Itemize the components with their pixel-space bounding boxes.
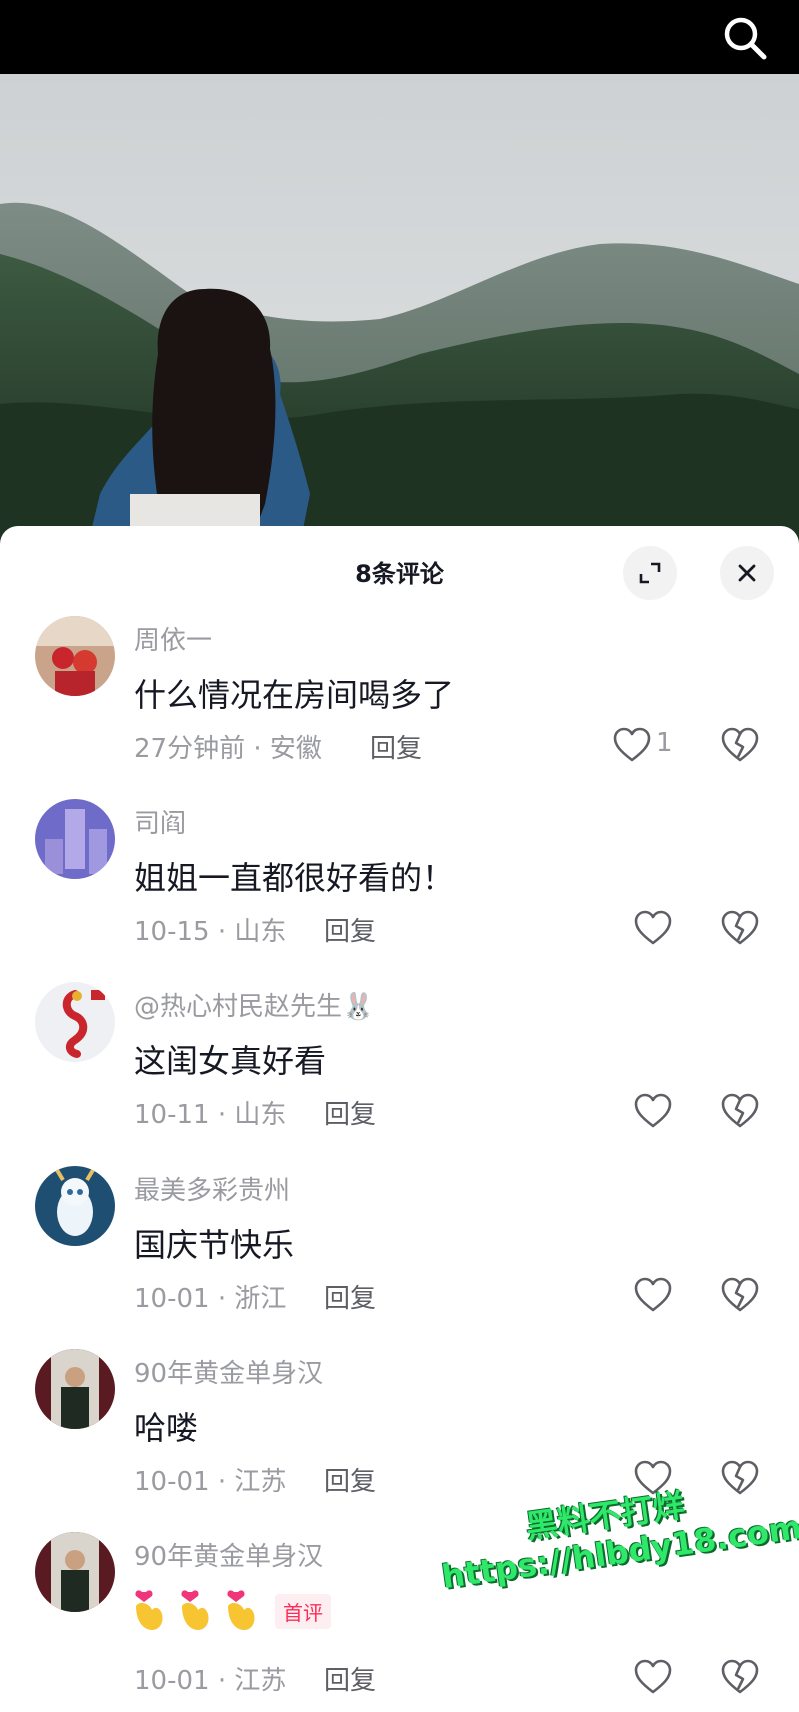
avatar[interactable] xyxy=(35,1349,115,1429)
like-count: 1 xyxy=(656,728,673,758)
emoji-row xyxy=(134,1584,264,1634)
reply-button[interactable]: 回复 xyxy=(324,1461,376,1498)
heart-hands-emoji xyxy=(135,1590,255,1630)
expand-button[interactable] xyxy=(623,546,677,600)
comment-text: 姐姐一直都很好看的！ xyxy=(134,859,455,897)
comment-username[interactable]: 90年黄金单身汉 xyxy=(134,1353,323,1390)
comment-meta: 10-01 · 江苏 xyxy=(134,1467,287,1497)
broken-heart-icon[interactable] xyxy=(720,1276,760,1314)
heart-icon[interactable] xyxy=(633,909,673,947)
close-button[interactable] xyxy=(720,546,774,600)
avatar[interactable] xyxy=(35,1532,115,1612)
close-icon xyxy=(738,564,756,582)
comment-username[interactable]: 周依一 xyxy=(134,620,212,657)
comment-item: 司阎 姐姐一直都很好看的！ 10-15 · 山东 回复 xyxy=(0,799,799,979)
reply-button[interactable]: 回复 xyxy=(370,728,422,765)
broken-heart-icon[interactable] xyxy=(720,1092,760,1130)
avatar[interactable] xyxy=(35,982,115,1062)
reply-button[interactable]: 回复 xyxy=(324,1660,376,1697)
comment-username[interactable]: @热心村民赵先生🐰 xyxy=(134,986,374,1023)
reply-button[interactable]: 回复 xyxy=(324,911,376,948)
heart-icon[interactable] xyxy=(633,1276,673,1314)
comment-text: 哈喽 xyxy=(134,1409,199,1447)
search-button[interactable] xyxy=(721,14,769,62)
comment-text: 这闺女真好看 xyxy=(134,1042,327,1080)
comment-username[interactable]: 90年黄金单身汉 xyxy=(134,1536,323,1573)
broken-heart-icon[interactable] xyxy=(720,726,760,764)
comment-text: 国庆节快乐 xyxy=(134,1226,295,1264)
broken-heart-icon[interactable] xyxy=(720,909,760,947)
comment-meta: 10-01 · 江苏 xyxy=(134,1666,287,1696)
avatar[interactable] xyxy=(35,1166,115,1246)
broken-heart-icon[interactable] xyxy=(720,1658,760,1696)
comment-item: @热心村民赵先生🐰 这闺女真好看 10-11 · 山东 回复 xyxy=(0,982,799,1162)
comment-meta: 10-15 · 山东 xyxy=(134,917,287,947)
video-frame[interactable] xyxy=(0,74,799,544)
heart-icon[interactable] xyxy=(633,1658,673,1696)
comment-item: 周依一 什么情况在房间喝多了 27分钟前 · 安徽 回复 1 xyxy=(0,616,799,796)
comments-count-title: 8条评论 xyxy=(355,560,444,588)
avatar[interactable] xyxy=(35,799,115,879)
comment-item: 最美多彩贵州 国庆节快乐 10-01 · 浙江 回复 xyxy=(0,1166,799,1346)
search-icon xyxy=(724,17,767,60)
top-bar xyxy=(0,0,799,74)
comment-username[interactable]: 最美多彩贵州 xyxy=(134,1170,290,1207)
heart-icon[interactable] xyxy=(612,726,652,764)
reply-button[interactable]: 回复 xyxy=(324,1278,376,1315)
comment-meta: 10-11 · 山东 xyxy=(134,1100,287,1130)
expand-icon xyxy=(639,562,661,584)
reply-button[interactable]: 回复 xyxy=(324,1094,376,1131)
comment-meta: 27分钟前 · 安徽 xyxy=(134,734,322,764)
comment-meta: 10-01 · 浙江 xyxy=(134,1284,287,1314)
heart-icon[interactable] xyxy=(633,1092,673,1130)
comment-username[interactable]: 司阎 xyxy=(134,803,186,840)
first-comment-badge: 首评 xyxy=(275,1594,331,1629)
comment-text: 什么情况在房间喝多了 xyxy=(134,676,455,714)
avatar[interactable] xyxy=(35,616,115,696)
video-scenery xyxy=(0,74,799,544)
